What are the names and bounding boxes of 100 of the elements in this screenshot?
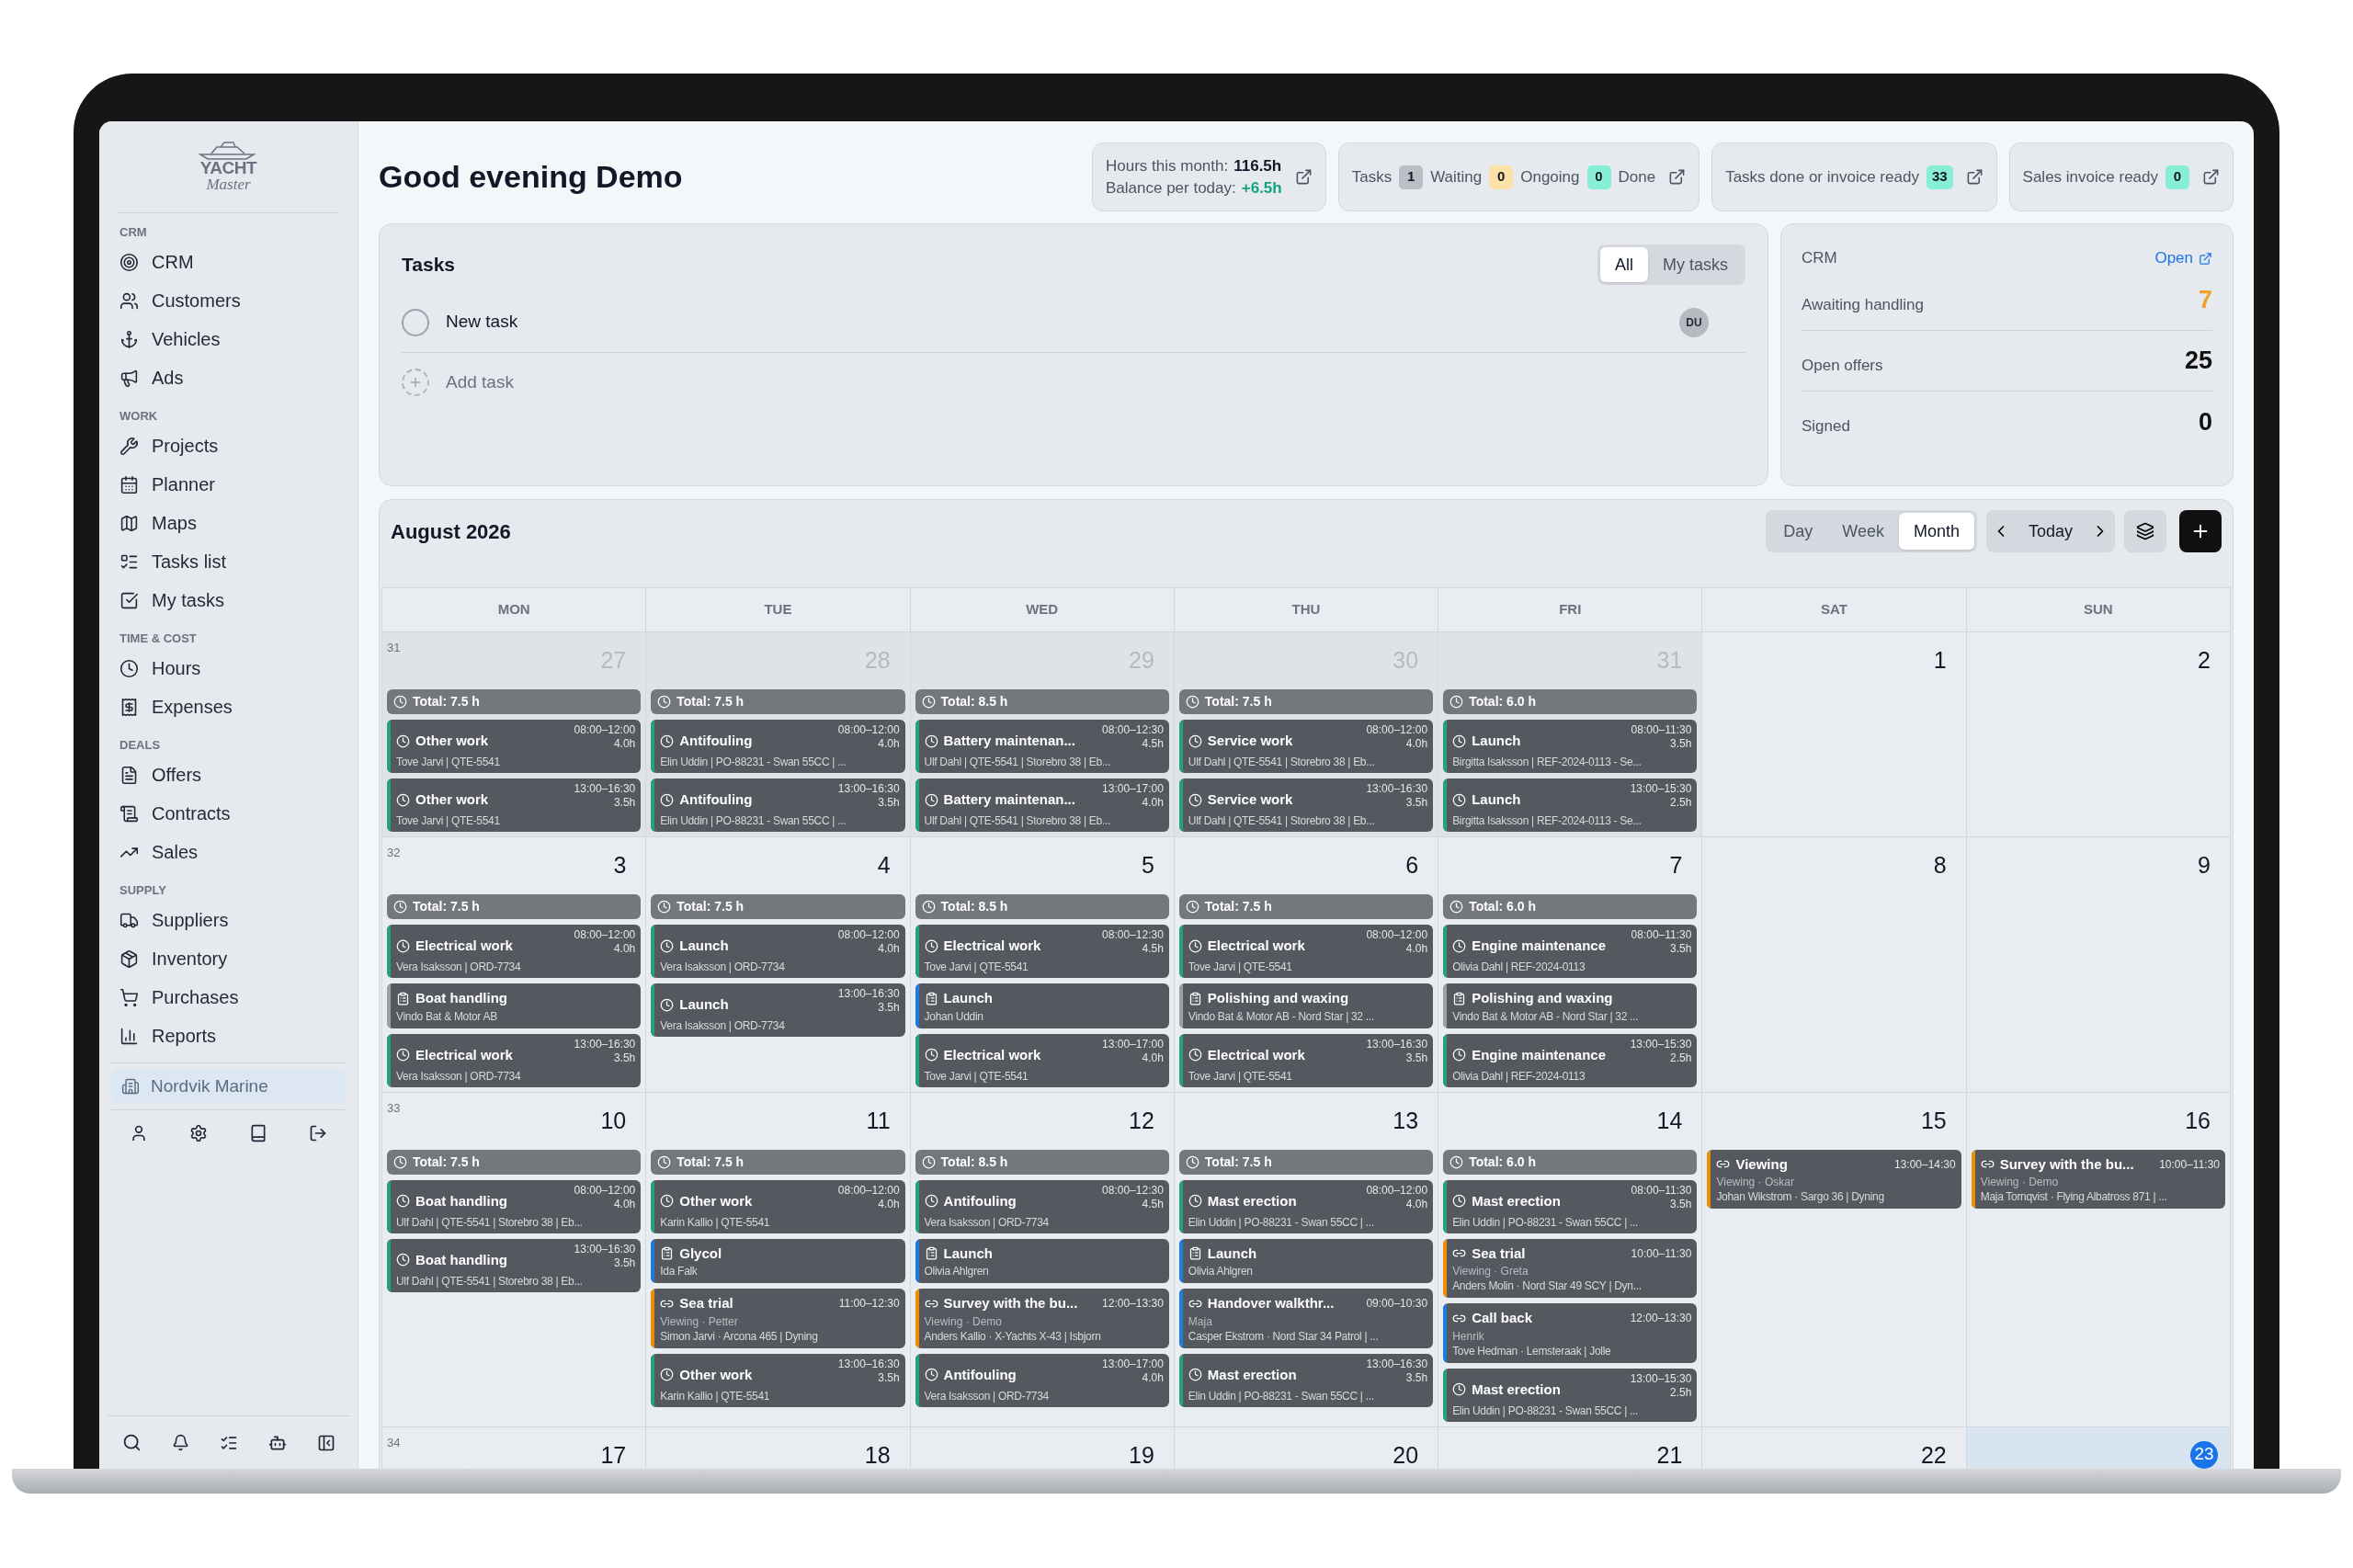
settings-icon[interactable] xyxy=(188,1124,208,1142)
calendar-event[interactable]: Call back 12:00–13:30 Henrik Tove Hedman · Lemsteraak | Jolle xyxy=(1443,1303,1698,1363)
nav-item[interactable]: Projects xyxy=(119,426,337,465)
calendar-event[interactable]: Electrical work 13:00–16:30 3.5h Vera Isaksson | ORD-7734 xyxy=(387,1033,642,1087)
view-tab[interactable]: Week xyxy=(1827,513,1899,550)
calendar-event[interactable]: Antifouling 13:00–16:30 3.5h Elin Uddin | PO-88231 - Swan 55CC | ... xyxy=(651,778,905,832)
calendar-event[interactable]: Electrical work 08:00–12:30 4.5h Tove Jarvi | QTE-5541 xyxy=(915,925,1169,978)
calendar-event[interactable]: Electrical work 08:00–12:00 4.0h Vera Isaksson | ORD-7734 xyxy=(387,925,642,978)
day-cell[interactable]: 23 xyxy=(1966,1426,2231,1469)
calendar-event[interactable]: Viewing 13:00–14:30 Viewing · Oskar Johan Wikstrom · Sargo 36 | Dyning xyxy=(1707,1149,1961,1209)
calendar-event[interactable]: Electrical work 13:00–16:30 3.5h Tove Jarvi | QTE-5541 xyxy=(1178,1033,1434,1087)
calendar-event[interactable]: Handover walkthr... 09:00–10:30 Maja Casper Ekstrom · Nord Star 34 Patrol | ... xyxy=(1178,1289,1434,1348)
view-tab[interactable]: Month xyxy=(1898,513,1974,550)
nav-item[interactable]: Vehicles xyxy=(119,320,337,358)
calendar-event[interactable]: Launch 13:00–16:30 3.5h Vera Isaksson | ORD-7734 xyxy=(651,983,905,1037)
calendar-event[interactable]: Mast erection 08:00–11:30 3.5h Elin Uddin | PO-88231 - Swan 55CC | ... xyxy=(1443,1179,1698,1233)
external-link-icon[interactable] xyxy=(1294,168,1313,186)
calendar-event[interactable]: Other work 08:00–12:00 4.0h Tove Jarvi | QTE-5541 xyxy=(387,720,642,773)
day-cell[interactable]: 33 10 Total: 7.5 h Boat handling 08:00–12:00 4.0h Ulf Dahl | QTE-5541 | Storebro 38 | Eb... Boat handling 13:00–16:30 3.5h Ulf Dahl | QTE-5541 | Storebro 38 | Eb... xyxy=(382,1092,647,1427)
nav-item[interactable]: Sales xyxy=(119,833,337,871)
external-link-icon[interactable] xyxy=(1965,168,1984,186)
nav-item[interactable]: Ads xyxy=(119,358,337,397)
calendar-event[interactable]: Launch 08:00–12:00 4.0h Vera Isaksson | ORD-7734 xyxy=(651,925,905,978)
day-cell[interactable]: 4 Total: 7.5 h Launch 08:00–12:00 4.0h Vera Isaksson | ORD-7734 Launch 13:00–16:30 3.5h Vera Isaksson | ORD-7734 xyxy=(646,837,911,1093)
calendar-event[interactable]: Antifouling 08:00–12:00 4.0h Elin Uddin | PO-88231 - Swan 55CC | ... xyxy=(651,720,905,773)
day-cell[interactable]: 15 Viewing 13:00–14:30 Viewing · Oskar Johan Wikstrom · Sargo 36 | Dyning xyxy=(1702,1092,1967,1427)
calendar-event[interactable]: Boat handling 13:00–16:30 3.5h Ulf Dahl | QTE-5541 | Storebro 38 | Eb... xyxy=(387,1238,642,1292)
task-checkbox[interactable] xyxy=(402,308,429,336)
nav-item[interactable]: Hours xyxy=(119,649,337,687)
logout-icon[interactable] xyxy=(309,1124,328,1142)
collapse-sidebar-icon[interactable] xyxy=(316,1433,335,1452)
add-button[interactable] xyxy=(2179,510,2222,552)
calendar-event[interactable]: Electrical work 13:00–17:00 4.0h Tove Jarvi | QTE-5541 xyxy=(915,1033,1169,1087)
day-cell[interactable]: 6 Total: 7.5 h Electrical work 08:00–12:00 4.0h Tove Jarvi | QTE-5541 Polishing and waxing Vindo Bat & Motor AB - Nord Star | 32 ... Electrical work 13:00–16:30 3.5h Tove Jarvi | QTE-5541 xyxy=(1174,837,1439,1093)
day-cell[interactable] xyxy=(646,1092,911,1427)
calendar-event[interactable]: Launch 08:00–11:30 3.5h Birgitta Isaksson | REF-2024-0113 - Se... xyxy=(1443,720,1698,773)
calendar-event[interactable]: Launch Olivia Ahlgren xyxy=(1178,1238,1434,1283)
calendar-event[interactable]: Mast erection 13:00–16:30 3.5h Elin Uddin | PO-88231 - Swan 55CC | ... xyxy=(1178,1353,1434,1407)
calendar-event[interactable]: Antifouling 13:00–17:00 4.0h Vera Isaksson | ORD-7734 xyxy=(915,1353,1169,1407)
calendar-event[interactable]: Polishing and waxing Vindo Bat & Motor AB - Nord Star | 32 ... xyxy=(1443,983,1698,1028)
nav-item[interactable]: Tasks list xyxy=(119,542,337,581)
external-link-icon[interactable] xyxy=(1668,168,1687,186)
nav-item[interactable]: Maps xyxy=(119,504,337,542)
nav-item[interactable]: Planner xyxy=(119,465,337,504)
nav-item[interactable]: Contracts xyxy=(119,794,337,833)
calendar-event[interactable]: Service work 08:00–12:00 4.0h Ulf Dahl | QTE-5541 | Storebro 38 | Eb... xyxy=(1178,720,1434,773)
day-cell[interactable] xyxy=(910,1092,1175,1427)
filter-tab[interactable]: My tasks xyxy=(1648,247,1743,282)
nav-item[interactable]: CRM xyxy=(119,243,337,281)
day-cell[interactable]: 32 3 Total: 7.5 h Electrical work 08:00–12:00 4.0h Vera Isaksson | ORD-7734 Boat handling Vindo Bat & Motor AB Electrical work 13:00–16:30 3.5h Vera Isaksson | ORD-7734 xyxy=(382,837,647,1093)
calendar-event[interactable]: Other work 13:00–16:30 3.5h Karin Kallio | QTE-5541 xyxy=(651,1353,905,1407)
calendar-event[interactable]: Other work 08:00–12:00 4.0h Karin Kallio | QTE-5541 xyxy=(651,1179,905,1233)
nav-item[interactable]: Suppliers xyxy=(119,901,337,939)
day-cell[interactable] xyxy=(1174,1092,1439,1427)
open-link[interactable]: Open xyxy=(2154,246,2212,270)
calendar-event[interactable]: Glycol Ida Falk xyxy=(651,1238,905,1283)
calendar-event[interactable]: Sea trial 11:00–12:30 Viewing · Petter Simon Jarvi · Arcona 465 | Dyning xyxy=(651,1289,905,1348)
view-tab[interactable]: Day xyxy=(1768,513,1828,550)
calendar-event[interactable]: Mast erection 13:00–15:30 2.5h Elin Uddin | PO-88231 - Swan 55CC | ... xyxy=(1443,1368,1698,1422)
company-item[interactable]: Nordvik Marine xyxy=(110,1069,347,1104)
layers-button[interactable] xyxy=(2124,510,2166,552)
nav-item[interactable]: Inventory xyxy=(119,939,337,978)
day-cell[interactable]: 16 Survey with the bu... 10:00–11:30 Viewing · Demo Maja Tornqvist · Flying Albatross 871 | ... xyxy=(1966,1092,2231,1427)
calendar-event[interactable]: Boat handling Vindo Bat & Motor AB xyxy=(387,983,642,1028)
calendar-event[interactable]: Other work 13:00–16:30 3.5h Tove Jarvi | QTE-5541 xyxy=(387,778,642,832)
day-cell[interactable]: 9 xyxy=(1966,837,2231,1093)
calendar-event[interactable]: Polishing and waxing Vindo Bat & Motor AB - Nord Star | 32 ... xyxy=(1178,983,1434,1028)
nav-item[interactable]: My tasks xyxy=(119,581,337,619)
calendar-event[interactable]: Engine maintenance 08:00–11:30 3.5h Olivia Dahl | REF-2024-0113 xyxy=(1443,925,1698,978)
search-icon[interactable] xyxy=(121,1433,142,1452)
calendar-event[interactable]: Engine maintenance 13:00–15:30 2.5h Olivia Dahl | REF-2024-0113 xyxy=(1443,1033,1698,1087)
calendar-event[interactable]: Service work 13:00–16:30 3.5h Ulf Dahl | QTE-5541 | Storebro 38 | Eb... xyxy=(1178,778,1434,832)
nav-item[interactable]: Expenses xyxy=(119,687,337,726)
book-icon[interactable] xyxy=(249,1124,268,1142)
nav-item[interactable]: Offers xyxy=(119,756,337,794)
add-task-field[interactable]: Add task xyxy=(446,369,1745,396)
calendar-event[interactable]: Electrical work 08:00–12:00 4.0h Tove Jarvi | QTE-5541 xyxy=(1178,925,1434,978)
day-cell[interactable]: 8 xyxy=(1702,837,1967,1093)
day-cell[interactable]: 1 xyxy=(1702,632,1967,837)
today-button[interactable]: Today xyxy=(2018,518,2082,544)
day-cell[interactable] xyxy=(1438,837,1703,1093)
external-link-icon[interactable] xyxy=(2202,168,2220,186)
day-cell[interactable]: 5 Total: 8.5 h Electrical work 08:00–12:30 4.5h Tove Jarvi | QTE-5541 Launch Johan Uddin Electrical work 13:00–17:00 4.0h Tove Jarvi | QTE-5541 xyxy=(910,837,1175,1093)
bell-icon[interactable] xyxy=(171,1434,189,1451)
filter-tab[interactable]: All xyxy=(1599,247,1648,282)
calendar-event[interactable]: Mast erection 08:00–12:00 4.0h Elin Uddin | PO-88231 - Swan 55CC | ... xyxy=(1178,1179,1434,1233)
nav-item[interactable]: Customers xyxy=(119,281,337,320)
calendar-event[interactable]: Boat handling 08:00–12:00 4.0h Ulf Dahl | QTE-5541 | Storebro 38 | Eb... xyxy=(387,1179,642,1233)
calendar-event[interactable]: Battery maintenan... 08:00–12:30 4.5h Ulf Dahl | QTE-5541 | Storebro 38 | Eb... xyxy=(915,720,1169,773)
nav-item[interactable]: Reports xyxy=(119,1017,337,1055)
calendar-event[interactable]: Survey with the bu... 10:00–11:30 Viewing · Demo Maja Tornqvist · Flying Albatross 871 | ... xyxy=(1971,1149,2225,1209)
calendar-event[interactable]: Launch 13:00–15:30 2.5h Birgitta Isaksson | REF-2024-0113 - Se... xyxy=(1443,778,1698,832)
nav-item[interactable]: Purchases xyxy=(119,978,337,1017)
calendar-event[interactable]: Battery maintenan... 13:00–17:00 4.0h Ulf Dahl | QTE-5541 | Storebro 38 | Eb... xyxy=(915,778,1169,832)
calendar-event[interactable]: Launch Olivia Ahlgren xyxy=(915,1238,1169,1283)
calendar-event[interactable]: Sea trial 10:00–11:30 Viewing · Greta Anders Molin · Nord Star 49 SCY | Dyn... xyxy=(1443,1238,1698,1298)
day-cell[interactable]: 2 xyxy=(1966,632,2231,837)
calendar-event[interactable]: Survey with the bu... 12:00–13:30 Viewing · Demo Anders Kallio · X-Yachts X-43 | Isbjorn xyxy=(915,1289,1169,1348)
calendar-event[interactable]: Launch Johan Uddin xyxy=(915,983,1169,1028)
day-cell[interactable] xyxy=(1438,1092,1703,1427)
